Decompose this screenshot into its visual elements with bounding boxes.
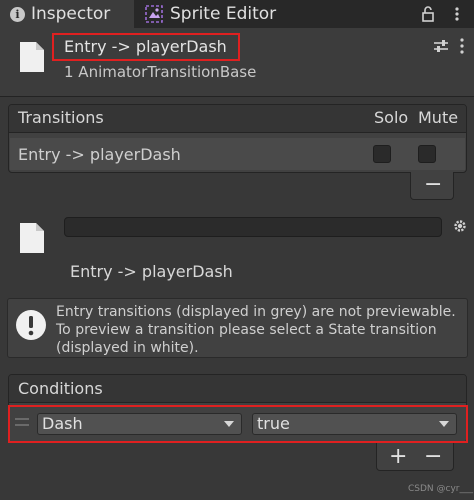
transition-name: Entry -> playerDash xyxy=(70,262,233,281)
sprite-editor-icon xyxy=(145,5,163,23)
watermark-text: CSDN @cyr___ xyxy=(408,484,473,494)
lock-icon[interactable] xyxy=(420,5,436,23)
tab-sprite-editor[interactable]: Sprite Editor xyxy=(138,0,298,28)
transitions-title: Transitions xyxy=(18,108,104,127)
help-message: Entry transitions (displayed in grey) ar… xyxy=(56,304,456,356)
more-menu-icon[interactable] xyxy=(452,5,462,23)
settings-sliders-icon[interactable] xyxy=(433,38,449,54)
chevron-down-icon xyxy=(224,421,234,427)
header-more-icon[interactable] xyxy=(458,37,466,55)
chevron-down-icon xyxy=(439,421,449,427)
tab-inspector[interactable]: i Inspector xyxy=(0,0,134,28)
remove-condition-button[interactable]: − xyxy=(424,446,442,468)
add-condition-button[interactable]: + xyxy=(389,446,407,468)
object-type-label: 1 AnimatorTransitionBase xyxy=(64,63,257,81)
transition-file-icon xyxy=(20,223,44,253)
tab-sprite-editor-label: Sprite Editor xyxy=(170,4,277,24)
info-icon: i xyxy=(10,6,25,22)
file-icon xyxy=(20,42,44,72)
page-title: Entry -> playerDash xyxy=(64,37,227,56)
transition-row-label: Entry -> playerDash xyxy=(18,145,181,164)
gear-icon[interactable] xyxy=(452,218,468,234)
mute-column-label: Mute xyxy=(418,108,459,127)
condition-value-text: true xyxy=(257,414,290,433)
tab-inspector-label: Inspector xyxy=(31,4,111,24)
mute-checkbox[interactable] xyxy=(418,145,436,163)
info-exclamation-icon xyxy=(16,310,46,340)
transition-preview-bar xyxy=(64,217,442,237)
solo-checkbox[interactable] xyxy=(373,145,391,163)
solo-column-label: Solo xyxy=(374,108,409,127)
remove-transition-button[interactable]: − xyxy=(424,174,442,196)
drag-handle-icon[interactable] xyxy=(15,418,29,426)
condition-parameter-value: Dash xyxy=(42,414,83,433)
conditions-title: Conditions xyxy=(18,379,103,398)
